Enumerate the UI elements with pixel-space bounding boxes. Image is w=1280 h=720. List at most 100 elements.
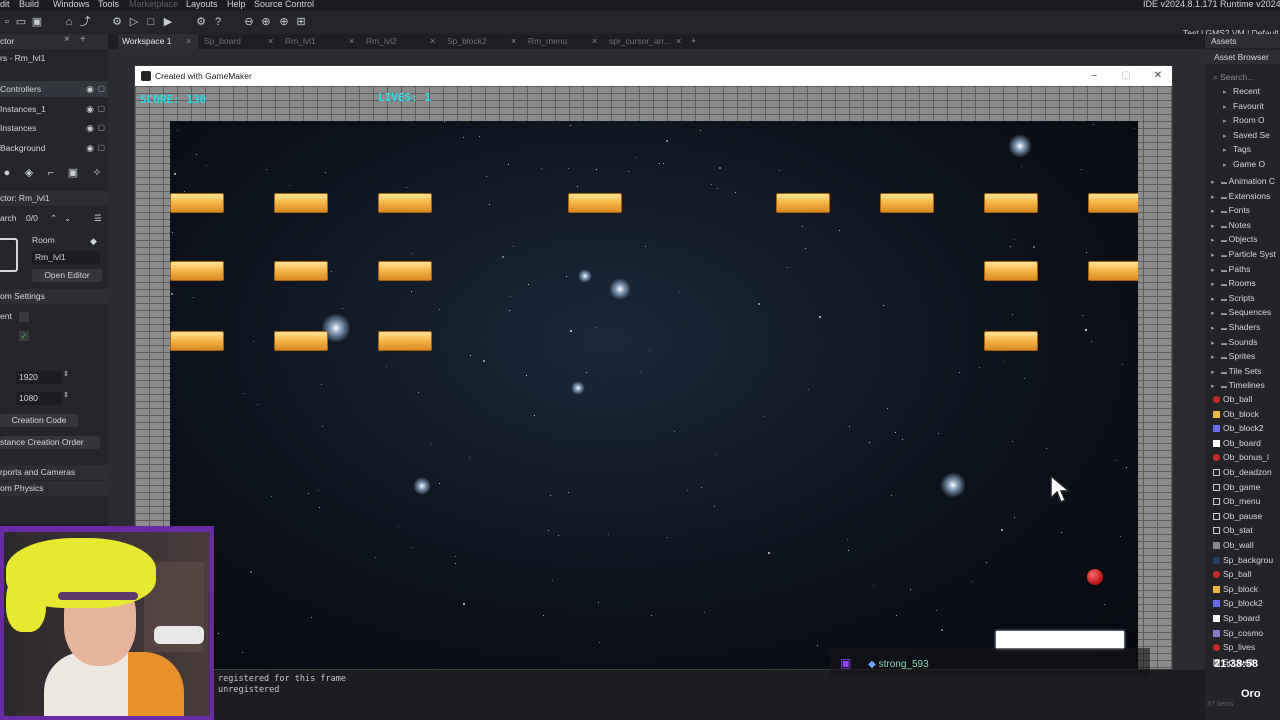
asset-item[interactable]: Sp_cosmo <box>1205 626 1280 640</box>
asset-item[interactable]: Ob_pause <box>1205 509 1280 523</box>
chevron-right-icon[interactable]: ▸ <box>1211 220 1221 232</box>
favorite-item[interactable]: ▸ Recent <box>1205 84 1280 98</box>
menu-icon[interactable]: ☰ <box>94 210 102 226</box>
lock-icon[interactable]: ▢ <box>97 140 105 156</box>
chevron-right-icon[interactable]: ▸ <box>1211 205 1221 217</box>
physics-header[interactable]: om Physics <box>0 481 108 496</box>
close-icon[interactable]: × <box>592 34 597 49</box>
creation-code-button[interactable]: Creation Code <box>0 414 78 427</box>
asset-item[interactable]: Ob_stat <box>1205 523 1280 537</box>
close-icon[interactable]: ✕ <box>1143 66 1173 86</box>
favorite-item[interactable]: ▸ Tags <box>1205 142 1280 156</box>
path-layer-icon[interactable]: ⌐ <box>44 166 58 180</box>
asset-item[interactable]: Sp_backgrou <box>1205 553 1280 567</box>
asset-item[interactable]: Ob_ball <box>1205 392 1280 406</box>
add-icon[interactable]: + <box>80 34 86 45</box>
close-icon[interactable]: × <box>64 34 70 45</box>
add-layer-icon[interactable]: ● <box>0 166 14 180</box>
chevron-right-icon[interactable]: ▸ <box>1223 159 1233 171</box>
asset-folder[interactable]: ▸ ▬ Extensions <box>1205 189 1280 203</box>
asset-folder[interactable]: ▸ ▬ Shaders <box>1205 320 1280 334</box>
debug-gear-icon[interactable]: ⚙ <box>110 15 124 29</box>
asset-folder[interactable]: ▸ ▬ Sprites <box>1205 349 1280 363</box>
chevron-up-icon[interactable]: ⌃ <box>50 210 57 226</box>
zoom-in-icon[interactable]: ⊕ <box>259 15 273 29</box>
asset-folder[interactable]: ▸ ▬ Rooms <box>1205 276 1280 290</box>
home-icon[interactable]: ⌂ <box>62 15 76 29</box>
asset-folder[interactable]: ▸ ▬ Paths <box>1205 262 1280 276</box>
lock-icon[interactable]: ▢ <box>97 101 105 117</box>
menu-windows[interactable]: Windows <box>53 0 90 9</box>
favorite-item[interactable]: ▸ Room O <box>1205 113 1280 127</box>
menu-help[interactable]: Help <box>227 0 246 9</box>
close-icon[interactable]: × <box>430 34 435 49</box>
asset-folder[interactable]: ▸ ▬ Objects <box>1205 232 1280 246</box>
close-icon[interactable]: × <box>186 34 191 49</box>
chevron-right-icon[interactable]: ▸ <box>1211 278 1221 290</box>
game-window[interactable]: Created with GameMaker – ▢ ✕ SCORE: 130 … <box>134 65 1173 670</box>
asset-search-input[interactable]: ⌕ Search... <box>1205 70 1280 84</box>
chevron-right-icon[interactable]: ▸ <box>1211 366 1221 378</box>
asset-item[interactable]: Sp_board <box>1205 611 1280 625</box>
layer-instances[interactable]: Instances ◉ ▢ <box>0 120 108 136</box>
asset-item[interactable]: Sp_block2 <box>1205 596 1280 610</box>
tab-spr-cursor[interactable]: spr_cursor_arr... <box>605 34 681 49</box>
asset-item[interactable]: Sp_ball <box>1205 567 1280 581</box>
asset-layer-icon[interactable]: ▣ <box>66 166 80 180</box>
menu-tools[interactable]: Tools <box>98 0 119 9</box>
stepper-icon[interactable]: ⇕ <box>63 370 69 378</box>
asset-item[interactable]: Ob_deadzon <box>1205 465 1280 479</box>
asset-folder[interactable]: ▸ ▬ Particle Syst <box>1205 247 1280 261</box>
eye-icon[interactable]: ◉ <box>86 120 94 136</box>
asset-item[interactable]: Ob_bonus_l <box>1205 450 1280 464</box>
viewports-header[interactable]: rports and Cameras <box>0 465 108 480</box>
tab-rm-lvl2[interactable]: Rm_lvl2 <box>362 34 432 49</box>
chevron-right-icon[interactable]: ▸ <box>1211 351 1221 363</box>
favorite-item[interactable]: ▸ Saved Se <box>1205 128 1280 142</box>
clear-display-checkbox[interactable]: ✓ <box>19 331 29 341</box>
room-width-field[interactable]: 1920 <box>16 371 62 384</box>
menu-build[interactable]: Build <box>19 0 39 9</box>
open-folder-icon[interactable]: ▭ <box>14 15 28 29</box>
close-icon[interactable]: × <box>268 34 273 49</box>
asset-item[interactable]: Ob_game <box>1205 480 1280 494</box>
chevron-right-icon[interactable]: ▸ <box>1223 144 1233 156</box>
favorite-item[interactable]: ▸ Favourit <box>1205 99 1280 113</box>
save-icon[interactable]: ▣ <box>30 15 44 29</box>
add-tab-icon[interactable]: + <box>691 34 696 49</box>
tab-rm-lvl1[interactable]: Rm_lvl1 <box>281 34 351 49</box>
room-settings-header[interactable]: om Settings <box>0 289 108 304</box>
asset-item[interactable]: Sp_block <box>1205 582 1280 596</box>
close-icon[interactable]: × <box>511 34 516 49</box>
asset-folder[interactable]: ▸ ▬ Sounds <box>1205 335 1280 349</box>
chevron-right-icon[interactable]: ▸ <box>1223 130 1233 142</box>
asset-folder[interactable]: ▸ ▬ Animation C <box>1205 174 1280 188</box>
asset-item[interactable]: Ob_block2 <box>1205 421 1280 435</box>
chevron-right-icon[interactable]: ▸ <box>1211 322 1221 334</box>
menu-edit[interactable]: dit <box>0 0 10 9</box>
chevron-right-icon[interactable]: ▸ <box>1211 380 1221 392</box>
chevron-right-icon[interactable]: ▸ <box>1223 86 1233 98</box>
chevron-right-icon[interactable]: ▸ <box>1223 101 1233 113</box>
help-icon[interactable]: ? <box>211 15 225 29</box>
asset-folder[interactable]: ▸ ▬ Tile Sets <box>1205 364 1280 378</box>
layer-background[interactable]: Background ◉ ▢ <box>0 140 108 156</box>
zoom-reset-icon[interactable]: ⊕ <box>277 15 291 29</box>
chevron-down-icon[interactable]: ⌄ <box>64 210 71 226</box>
new-file-icon[interactable]: ▫ <box>0 15 14 29</box>
instance-creation-order-button[interactable]: stance Creation Order <box>0 436 100 449</box>
settings-icon[interactable]: ⚙ <box>194 15 208 29</box>
asset-item[interactable]: Ob_block <box>1205 407 1280 421</box>
chevron-right-icon[interactable]: ▸ <box>1211 337 1221 349</box>
close-icon[interactable]: × <box>349 34 354 49</box>
eye-icon[interactable]: ◉ <box>86 81 94 97</box>
eye-icon[interactable]: ◉ <box>86 101 94 117</box>
room-height-field[interactable]: 1080 <box>16 392 62 405</box>
chevron-right-icon[interactable]: ▸ <box>1211 307 1221 319</box>
run-icon[interactable]: ▷ <box>127 15 141 29</box>
chevron-right-icon[interactable]: ▸ <box>1211 293 1221 305</box>
lock-icon[interactable]: ▢ <box>97 120 105 136</box>
open-editor-button[interactable]: Open Editor <box>32 269 102 282</box>
minimize-icon[interactable]: – <box>1079 66 1109 86</box>
tile-layer-icon[interactable]: ◈ <box>22 166 36 180</box>
